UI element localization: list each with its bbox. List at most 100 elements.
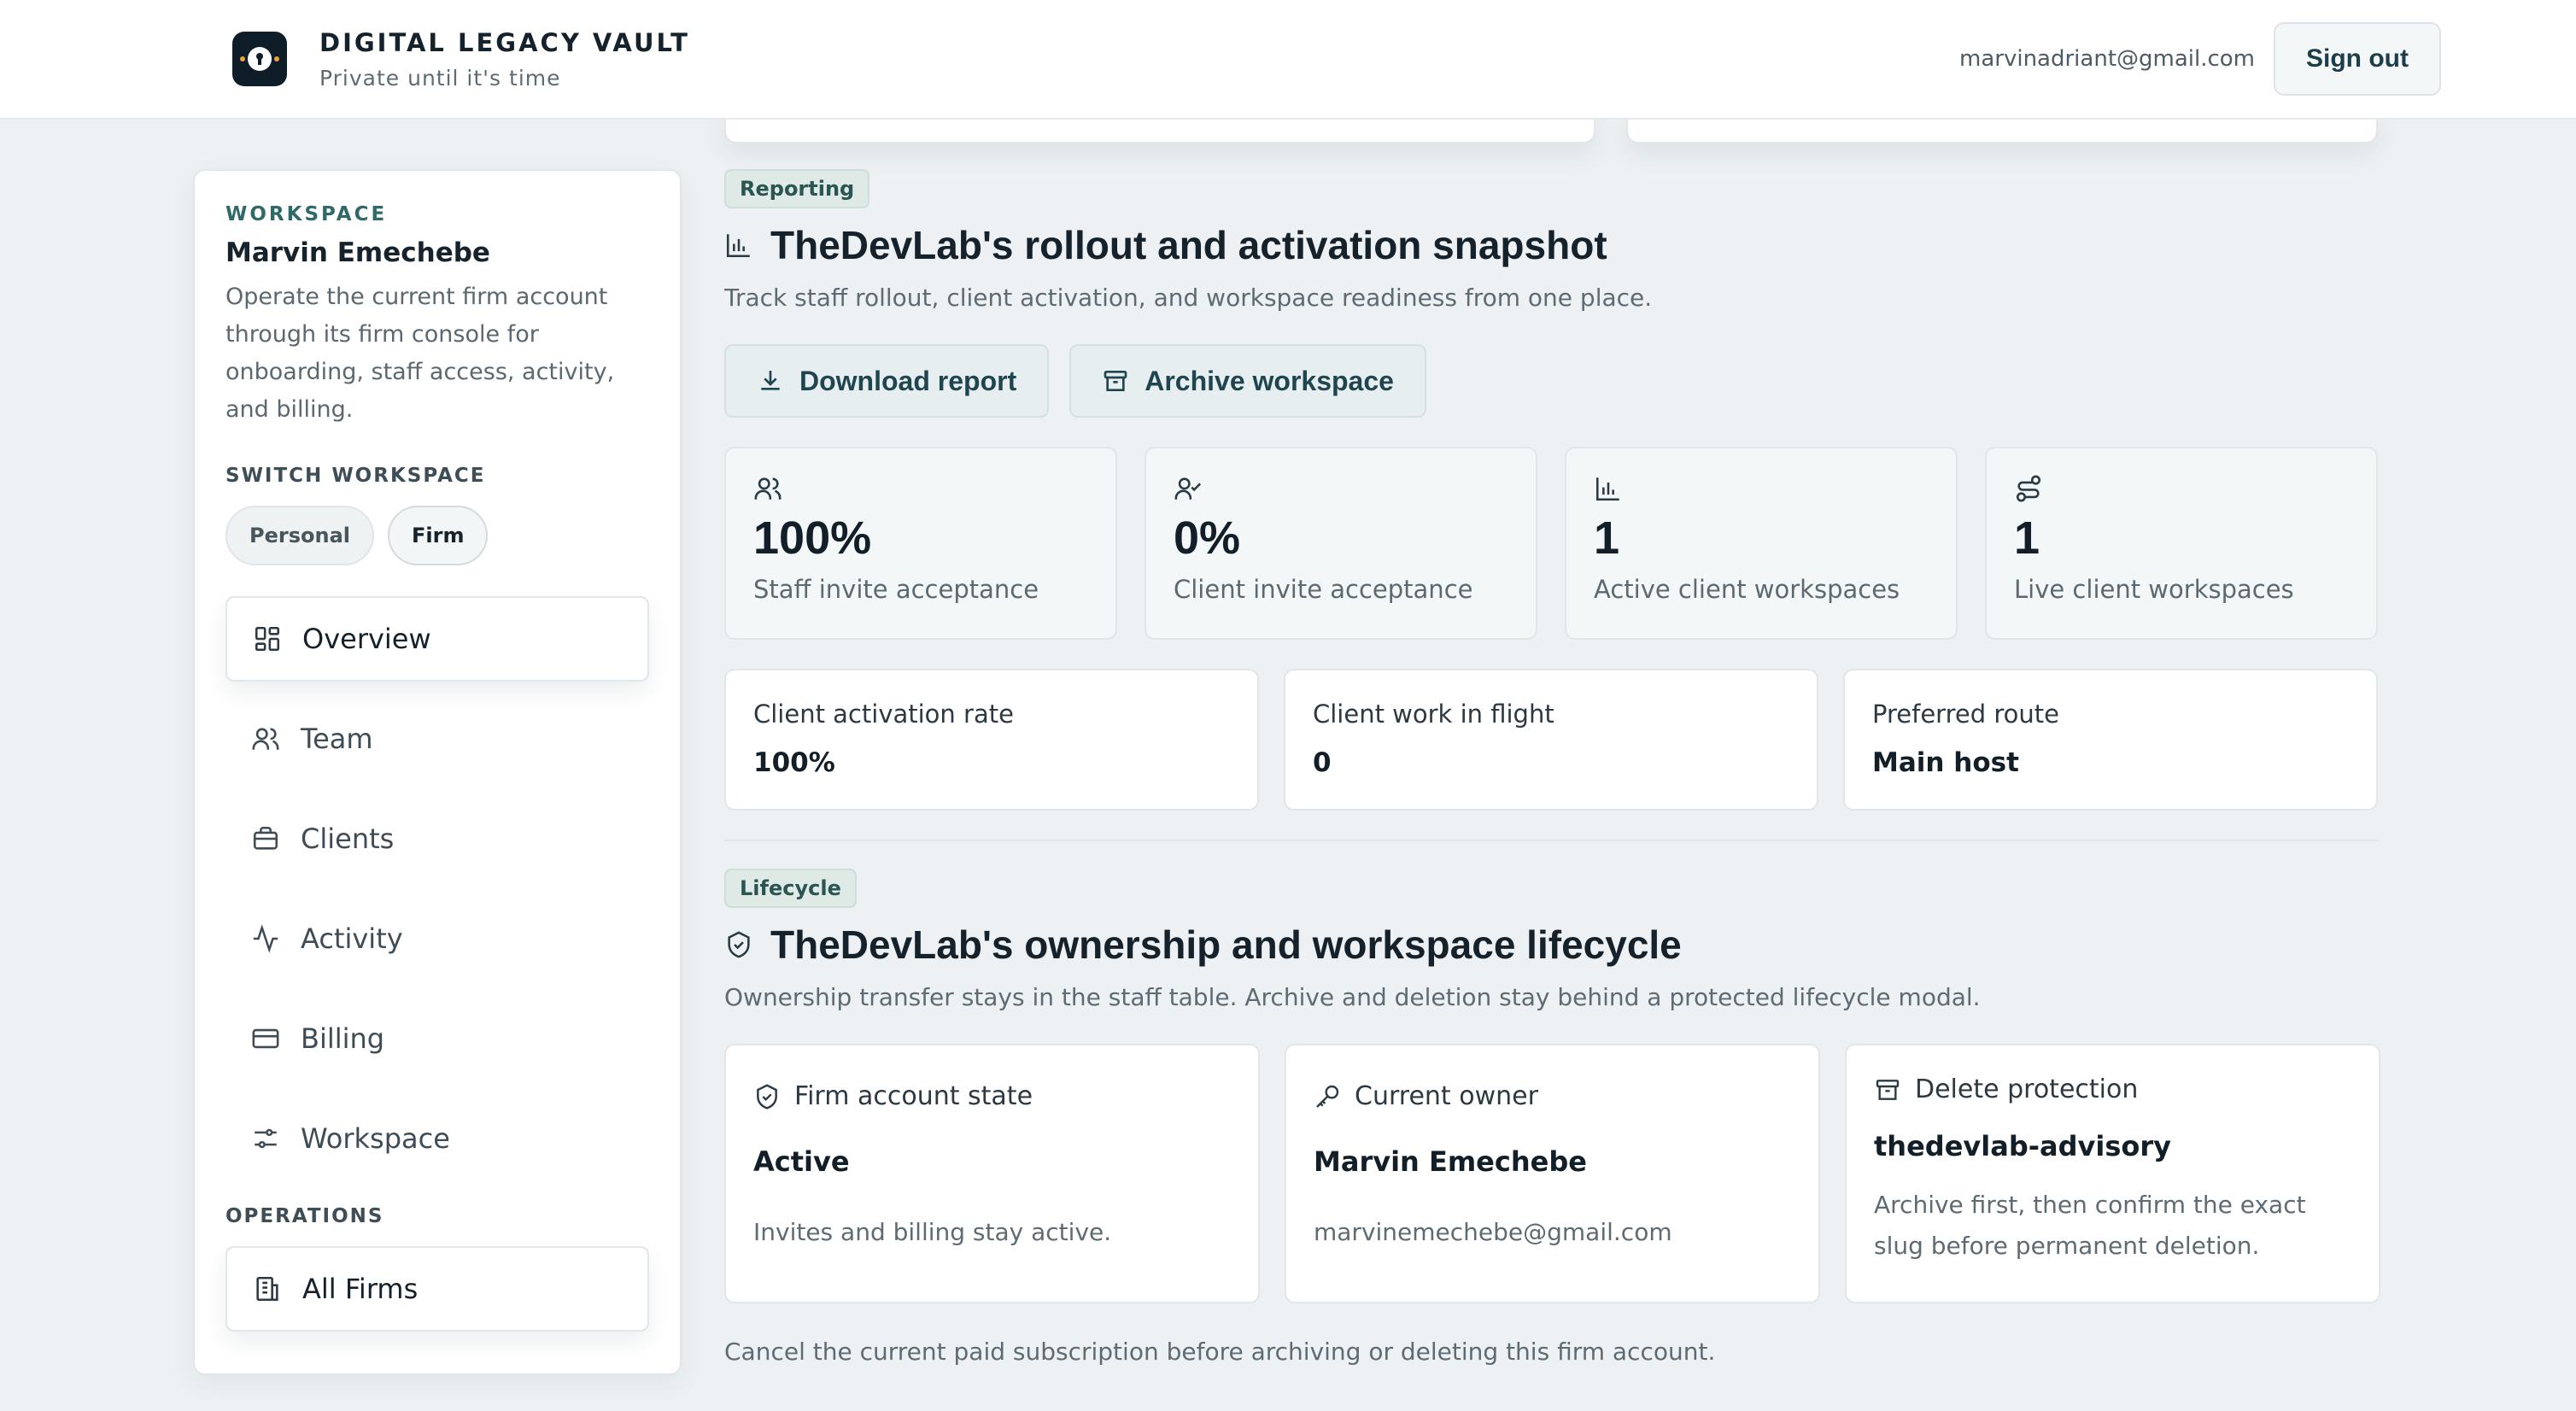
sliders-icon (255, 1128, 277, 1149)
metric-value: Main host (1872, 747, 2019, 778)
reporting-tag: Reporting (724, 169, 870, 208)
sidebar-item-label: Billing (301, 1022, 385, 1055)
bar-chart-icon (1595, 477, 1619, 501)
grid-icon (255, 626, 280, 652)
brand-subtitle: Private until it's time (319, 65, 561, 91)
key-icon (1316, 1085, 1339, 1108)
operations-heading: OPERATIONS (225, 1205, 384, 1227)
lifecycle-card-note: marvinemechebe@gmail.com (1314, 1218, 1672, 1246)
metric-value: 100% (753, 747, 835, 778)
metric-card: Preferred route Main host (1843, 669, 2378, 811)
route-icon (2016, 475, 2041, 502)
lifecycle-card-label: Firm account state (794, 1081, 1033, 1111)
sidebar: WORKSPACE Marvin Emechebe Operate the cu… (193, 169, 682, 1375)
metric-label: Client activation rate (753, 700, 1014, 729)
workspace-description: Operate the current firm account through… (225, 284, 615, 423)
user-check-icon (1174, 477, 1202, 500)
sidebar-item-activity[interactable]: Activity (225, 896, 649, 981)
brand-title: DIGITAL LEGACY VAULT (319, 27, 690, 57)
sidebar-item-all-firms[interactable]: All Firms (225, 1246, 649, 1332)
switch-workspace-heading: SWITCH WORKSPACE (225, 465, 486, 487)
brand[interactable]: DIGITAL LEGACY VAULT Private until it's … (232, 28, 690, 91)
lifecycle-card-label: Delete protection (1915, 1074, 2139, 1104)
shield-check-icon (757, 1083, 777, 1109)
stats-grid: 100% Staff invite acceptance 0% Client i… (724, 447, 2378, 640)
workspace-eyebrow: WORKSPACE (225, 203, 388, 225)
workspace-name: Marvin Emechebe (225, 237, 490, 268)
metrics-grid: Client activation rate 100% Client work … (724, 669, 2378, 811)
stat-label: Active client workspaces (1594, 575, 1900, 604)
stat-card: 100% Staff invite acceptance (724, 447, 1117, 640)
sidebar-item-clients[interactable]: Clients (225, 796, 649, 881)
lifecycle-grid: Firm account state Active Invites and bi… (724, 1044, 2380, 1303)
lifecycle-card-value: Active (753, 1145, 850, 1178)
download-icon (761, 371, 780, 390)
sidebar-item-label: Overview (302, 623, 431, 655)
users-icon (252, 728, 279, 750)
lifecycle-footnote: Cancel the current paid subscription bef… (724, 1338, 1716, 1366)
sidebar-item-billing[interactable]: Billing (225, 996, 649, 1081)
stat-label: Live client workspaces (2014, 575, 2294, 604)
shield-check-icon (728, 931, 750, 958)
sidebar-item-workspace[interactable]: Workspace (225, 1096, 649, 1181)
stat-card: 1 Live client workspaces (1985, 447, 2378, 640)
sidebar-nav: Overview Team Clients Activity Billing W… (225, 596, 649, 1181)
lifecycle-card-note: Invites and billing stay active. (753, 1218, 1112, 1246)
bar-chart-icon (726, 234, 750, 258)
stat-card: 1 Active client workspaces (1565, 447, 1958, 640)
metric-card: Client activation rate 100% (724, 669, 1259, 811)
archive-icon (1876, 1079, 1900, 1100)
stat-value: 1 (2014, 512, 2040, 564)
user-email: marvinadriant@gmail.com (1959, 46, 2256, 72)
reporting-title: TheDevLab's rollout and activation snaps… (770, 223, 1607, 267)
stat-value: 1 (1594, 512, 1620, 564)
main-content: Reporting TheDevLab's rollout and activa… (724, 169, 2380, 1366)
sidebar-item-label: Workspace (301, 1122, 450, 1155)
reporting-actions: Download report Archive workspace (724, 344, 2378, 418)
stat-value: 100% (753, 512, 872, 564)
switch-personal-pill[interactable]: Personal (225, 506, 374, 565)
reporting-subtitle: Track staff rollout, client activation, … (724, 284, 1653, 312)
activity-icon (253, 924, 278, 953)
lifecycle-tag: Lifecycle (724, 869, 857, 908)
lifecycle-card: Firm account state Active Invites and bi… (724, 1044, 1260, 1303)
switch-firm-pill[interactable]: Firm (387, 506, 489, 565)
briefcase-icon (253, 826, 278, 850)
metric-card: Client work in flight 0 (1284, 669, 1818, 811)
section-divider (724, 840, 2378, 841)
stat-label: Client invite acceptance (1174, 575, 1473, 604)
sidebar-item-overview[interactable]: Overview (225, 596, 649, 682)
stat-value: 0% (1174, 512, 1241, 564)
lifecycle-card: Current owner Marvin Emechebe marvinemec… (1285, 1044, 1820, 1303)
lifecycle-subtitle: Ownership transfer stays in the staff ta… (724, 983, 1981, 1011)
download-report-label: Download report (799, 365, 1017, 396)
top-bar: DIGITAL LEGACY VAULT Private until it's … (0, 0, 2576, 120)
sidebar-item-label: Team (301, 723, 373, 755)
sign-out-button[interactable]: Sign out (2274, 22, 2441, 96)
lifecycle-card: Delete protection thedevlab-advisory Arc… (1845, 1044, 2380, 1303)
building-icon (256, 1276, 278, 1302)
download-report-button[interactable]: Download report (724, 344, 1050, 418)
lifecycle-card-value: thedevlab-advisory (1874, 1130, 2171, 1162)
sidebar-item-label: Clients (301, 823, 395, 855)
stat-label: Staff invite acceptance (753, 575, 1039, 604)
sidebar-item-team[interactable]: Team (225, 696, 649, 782)
credit-card-icon (252, 1028, 279, 1049)
sidebar-item-label: All Firms (302, 1273, 419, 1305)
sidebar-item-label: Activity (301, 922, 403, 955)
lifecycle-card-value: Marvin Emechebe (1314, 1145, 1587, 1178)
lifecycle-card-label: Current owner (1355, 1081, 1538, 1111)
metric-value: 0 (1313, 747, 1332, 778)
metric-label: Preferred route (1872, 700, 2059, 729)
scrolled-card-edges (724, 109, 2378, 143)
archive-workspace-button[interactable]: Archive workspace (1069, 344, 1426, 418)
archive-workspace-label: Archive workspace (1145, 365, 1394, 396)
users-icon (754, 477, 782, 500)
workspace-switcher: Personal Firm (225, 506, 649, 565)
stat-card: 0% Client invite acceptance (1145, 447, 1537, 640)
lifecycle-title: TheDevLab's ownership and workspace life… (770, 922, 1682, 967)
archive-icon (1104, 371, 1127, 391)
lifecycle-card-note: Archive first, then confirm the exact sl… (1874, 1191, 2306, 1260)
vault-logo-icon (232, 32, 287, 86)
metric-label: Client work in flight (1313, 700, 1554, 729)
